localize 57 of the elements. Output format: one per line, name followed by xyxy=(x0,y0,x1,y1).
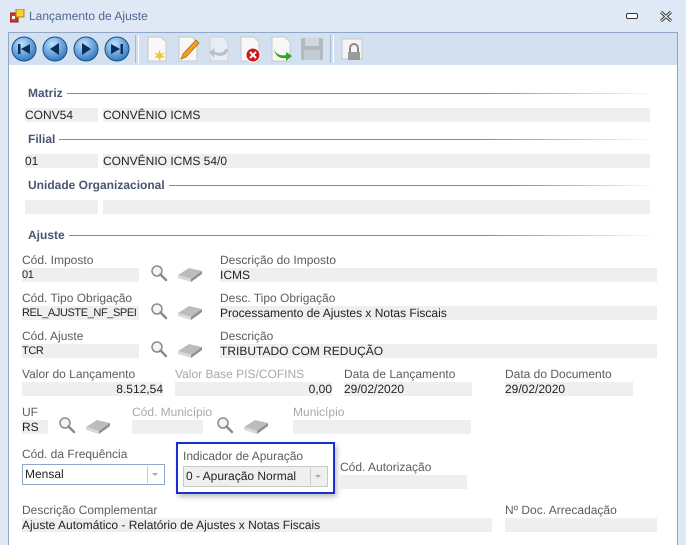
name-field[interactable]: CONVÊNIO ICMS xyxy=(103,108,650,122)
app-icon xyxy=(10,9,25,23)
section-title: Filial xyxy=(28,132,56,146)
value-field[interactable]: 29/02/2020 xyxy=(505,382,633,396)
field-label: Cód. Município xyxy=(132,404,212,420)
field-label: Data de Lançamento xyxy=(344,366,456,382)
indicator-dropdown[interactable]: 0 - Apuração Normal xyxy=(183,466,328,487)
eraser-icon[interactable] xyxy=(177,266,203,282)
code-field[interactable]: 01 xyxy=(22,268,139,282)
last-button[interactable] xyxy=(104,35,130,63)
frequency-dropdown[interactable]: Mensal xyxy=(22,464,165,485)
section-title: Ajuste xyxy=(28,228,66,242)
description-field[interactable]: ICMS xyxy=(220,268,657,282)
complement-field[interactable]: Ajuste Automático - Relatório de Ajustes x Notas Fiscais xyxy=(22,518,492,532)
code-field[interactable]: REL_AJUSTE_NF_SPEI xyxy=(22,306,139,320)
field-label: Desc. Tipo Obrigação xyxy=(220,290,336,306)
previous-button[interactable] xyxy=(42,35,68,63)
search-icon[interactable] xyxy=(58,416,76,434)
field-label: Cód. Autorização xyxy=(340,459,432,475)
code-field[interactable]: CONV54 xyxy=(25,108,98,122)
eraser-icon[interactable] xyxy=(177,304,203,320)
field-label: Descrição do Imposto xyxy=(220,252,338,268)
search-icon[interactable] xyxy=(150,264,168,282)
description-field[interactable]: TRIBUTADO COM REDUÇÃO xyxy=(220,344,657,358)
search-icon[interactable] xyxy=(150,302,168,320)
field-label: UF xyxy=(22,404,39,420)
field-label: Indicador de Apuração xyxy=(183,448,304,464)
field-label: Cód. da Frequência xyxy=(22,446,128,462)
section-title: Matriz xyxy=(28,86,64,100)
field-label: Data do Documento xyxy=(505,366,613,382)
next-button[interactable] xyxy=(73,35,99,63)
field-label: Descrição Complementar xyxy=(22,502,158,518)
search-icon[interactable] xyxy=(150,340,168,358)
section-title: Unidade Organizacional xyxy=(28,178,166,192)
code-field[interactable]: 01 xyxy=(25,154,98,168)
name-field[interactable]: CONVÊNIO ICMS 54/0 xyxy=(103,154,650,168)
value-field[interactable]: 8.512,54 xyxy=(22,382,163,396)
first-button[interactable] xyxy=(11,35,37,63)
search-icon[interactable] xyxy=(216,416,234,434)
eraser-icon[interactable] xyxy=(85,418,111,434)
window-title: Lançamento de Ajuste xyxy=(29,9,148,23)
uf-field[interactable]: RS xyxy=(22,420,48,434)
field-label: Valor do Lançamento xyxy=(22,366,136,382)
field-label: Município xyxy=(293,404,346,420)
value-field[interactable]: 29/02/2020 xyxy=(344,382,472,396)
field-label: Cód. Tipo Obrigação xyxy=(22,290,134,306)
field-label: Valor Base PIS/COFINS xyxy=(175,366,306,382)
minimize-icon[interactable] xyxy=(626,13,638,19)
close-icon[interactable] xyxy=(660,10,672,22)
code-field[interactable]: TCR xyxy=(22,344,139,358)
field-label: Cód. Imposto xyxy=(22,252,94,268)
field-label: Descrição xyxy=(220,328,274,344)
eraser-icon[interactable] xyxy=(243,418,270,434)
field-label: Nº Doc. Arrecadação xyxy=(505,502,618,518)
eraser-icon[interactable] xyxy=(177,342,203,358)
description-field[interactable]: Processamento de Ajustes x Notas Fiscais xyxy=(220,306,657,320)
field-label: Cód. Ajuste xyxy=(22,328,84,344)
